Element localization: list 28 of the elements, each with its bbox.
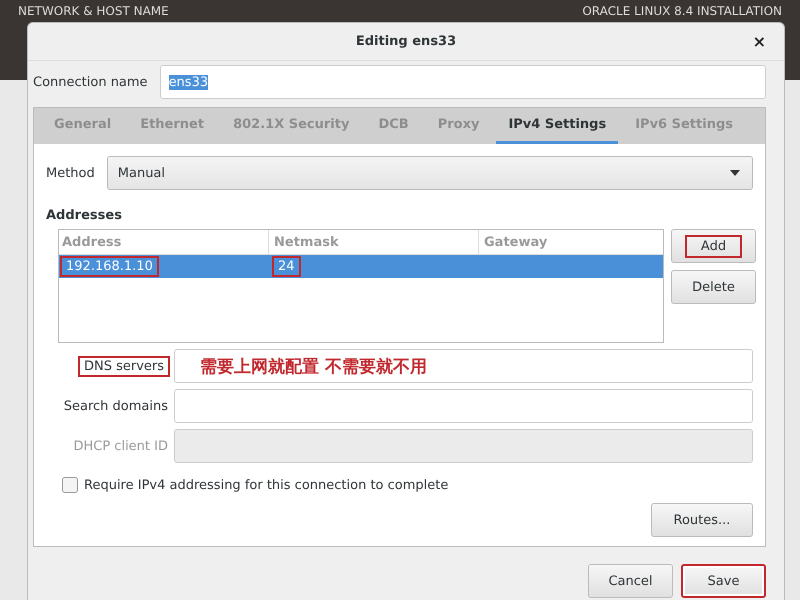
product-title: ORACLE LINUX 8.4 INSTALLATION — [582, 4, 782, 18]
method-label: Method — [46, 166, 95, 180]
annotation-text: 需要上网就配置 不需要就不用 — [200, 356, 427, 378]
column-header: Gateway — [483, 234, 548, 252]
method-dropdown[interactable]: Manual — [106, 156, 753, 190]
field-label: DHCP client ID — [73, 438, 168, 454]
add-button[interactable]: Add — [671, 229, 756, 263]
column-header: Address — [59, 230, 269, 254]
routes-button[interactable]: Routes... — [651, 503, 753, 537]
table-cell: 24 — [274, 258, 299, 275]
input-field[interactable] — [174, 349, 753, 383]
save-button[interactable]: Save — [681, 564, 766, 598]
checkbox[interactable] — [62, 477, 78, 493]
delete-button[interactable]: Delete — [671, 270, 756, 304]
connection-name-label: Connection name — [33, 74, 148, 90]
dialog-title: Editing ens33 — [356, 34, 456, 49]
checkbox-label: Require IPv4 addressing for this connection to complete — [84, 478, 448, 492]
field-label: Search domains — [64, 398, 168, 414]
page-title: NETWORK & HOST NAME — [18, 4, 169, 18]
cancel-button[interactable]: Cancel — [588, 564, 673, 598]
addresses-heading: Addresses — [46, 208, 123, 223]
field-label: DNS servers — [80, 358, 168, 374]
table-cell: 192.168.1.10 — [62, 258, 157, 275]
input-field[interactable] — [174, 389, 753, 423]
column-header: Netmask — [269, 230, 479, 254]
dropdown-arrow-icon — [730, 170, 740, 176]
tab[interactable]: IPv4 Settings — [496, 108, 618, 144]
close-button[interactable]: × — [752, 32, 766, 51]
